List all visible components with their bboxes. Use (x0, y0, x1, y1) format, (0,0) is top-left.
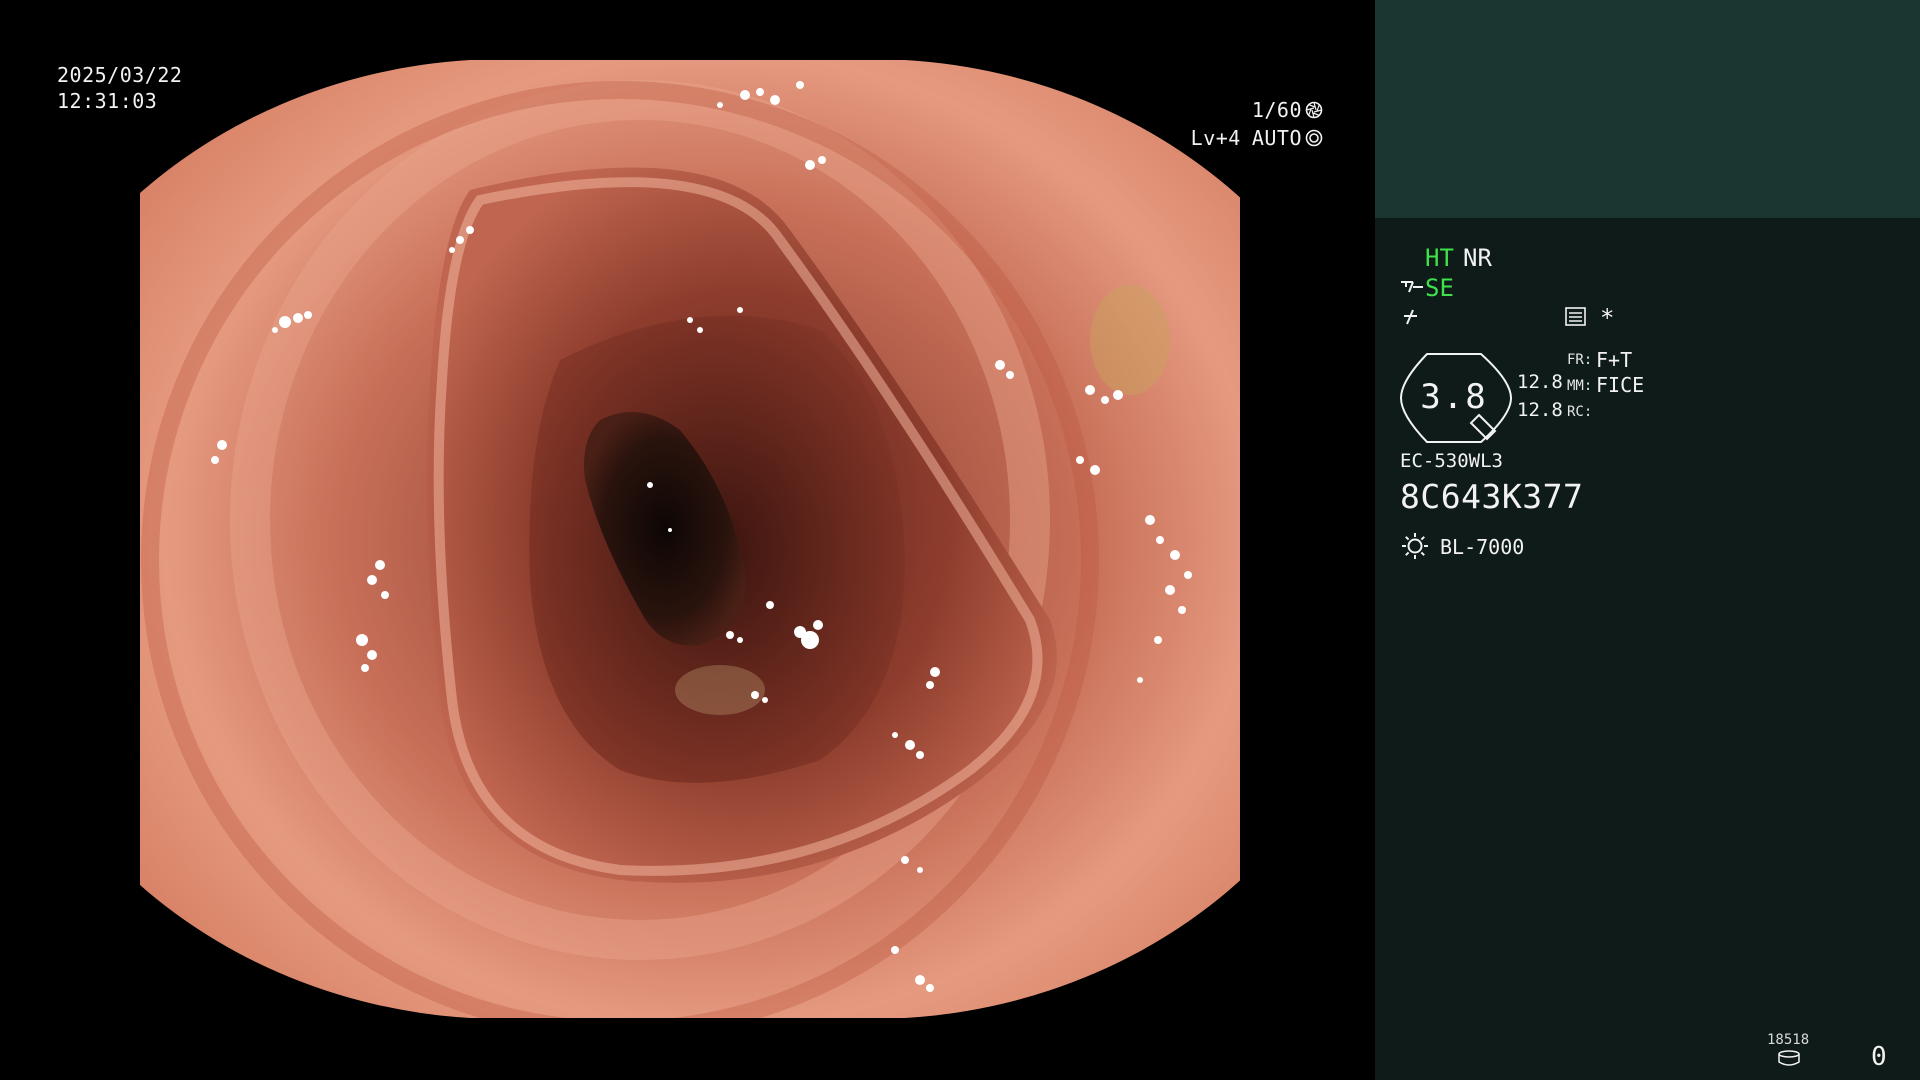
shutter-row: 1/60 (1252, 98, 1323, 122)
light-source-icon (1400, 531, 1430, 565)
scope-serial-number: 8C643K377 (1400, 477, 1584, 516)
setting-value-b: 12.8 (1517, 399, 1563, 421)
info-panel: HT NR SE * 3.8 12.8 12.8 FR: F+T MM: FIC… (1375, 0, 1920, 1080)
rc-label: RC: (1567, 404, 1593, 420)
storage-icon (1777, 1050, 1801, 1070)
image-counter: 0 (1871, 1042, 1887, 1072)
scope-model: EC-530WL3 (1400, 450, 1503, 472)
zoom-value: 3.8 (1420, 377, 1488, 417)
aperture-icon (1305, 101, 1323, 119)
endoscope-display: 2025/03/22 12:31:03 1/60 Lv+4 AUTO HT NR… (0, 0, 1920, 1080)
water-pump-icon (1399, 276, 1425, 302)
brightness-level: Lv+4 (1190, 126, 1241, 150)
exposure-readouts: 1/60 Lv+4 AUTO (1075, 98, 1375, 158)
mm-value: FICE (1596, 373, 1645, 397)
shutter-speed: 1/60 (1251, 98, 1302, 122)
panel-header-box (1375, 0, 1920, 218)
nr-indicator: NR (1463, 244, 1492, 272)
mm-label: MM: (1567, 378, 1593, 394)
level-row: Lv+4 AUTO (1191, 126, 1323, 150)
asterisk-indicator: * (1600, 304, 1615, 332)
time-readout: 12:31:03 (57, 89, 158, 113)
endoscopic-image (140, 60, 1240, 1018)
iris-mode: AUTO (1251, 126, 1302, 150)
iris-icon (1305, 129, 1323, 147)
endoscope-video-area: 2025/03/22 12:31:03 1/60 Lv+4 AUTO (0, 0, 1375, 1080)
record-list-icon (1565, 307, 1587, 331)
setting-value-a: 12.8 (1517, 371, 1563, 393)
frame-count: 18518 (1767, 1032, 1810, 1048)
fr-value: F+T (1596, 348, 1633, 372)
fr-label: FR: (1567, 352, 1593, 368)
date-readout: 2025/03/22 (57, 63, 183, 87)
ht-indicator: HT (1425, 244, 1454, 272)
zoom-gauge: 3.8 (1399, 351, 1515, 445)
enhancement-mode-icon (1401, 306, 1423, 332)
light-source-model: BL-7000 (1440, 535, 1525, 559)
se-indicator: SE (1425, 274, 1454, 302)
